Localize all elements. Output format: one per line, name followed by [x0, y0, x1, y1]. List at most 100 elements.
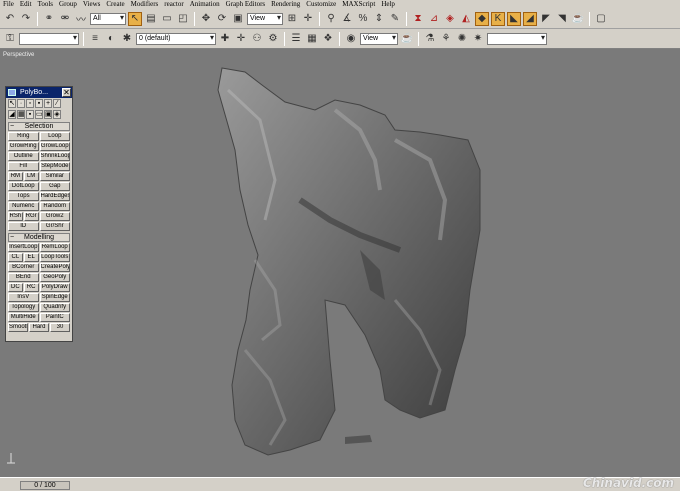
remloop-button[interactable]: RemLoop [39, 243, 70, 252]
move-icon[interactable]: ✥ [199, 12, 213, 26]
ring-button[interactable]: Ring [8, 132, 39, 141]
vertex-icon[interactable]: ▪ [26, 110, 34, 119]
window-crossing-icon[interactable]: ◰ [176, 12, 190, 26]
render-last-icon[interactable]: ◥ [555, 12, 569, 26]
quadrify-button[interactable]: Quadrify [39, 303, 70, 312]
select-icon[interactable]: ↖ [8, 99, 16, 108]
scale-icon[interactable]: ▣ [231, 12, 245, 26]
vertex-mode-icon[interactable]: · [17, 99, 25, 108]
insertloop-button[interactable]: InsertLoop [8, 243, 39, 252]
paintc-button[interactable]: PaintC [39, 313, 70, 322]
lm-button[interactable]: LM [23, 172, 39, 181]
mirror-icon[interactable]: ⧗ [411, 12, 425, 26]
window-icon[interactable]: ▢ [594, 12, 608, 26]
teapot-icon[interactable]: ☕ [400, 32, 414, 46]
looptools-button[interactable]: LoopTools [39, 253, 70, 262]
bcorner-button[interactable]: BCorner [8, 263, 39, 272]
hard-button[interactable]: Hard [29, 323, 49, 332]
render-frame-icon[interactable]: ⚘ [439, 32, 453, 46]
render-preset-dropdown[interactable] [487, 32, 547, 45]
redo-icon[interactable]: ↷ [19, 12, 33, 26]
viewport-shading-dropdown[interactable]: View [360, 32, 398, 45]
teapot-render-icon[interactable]: ☕ [571, 12, 585, 26]
layers-icon[interactable]: ≡ [88, 32, 102, 46]
layer-properties-icon[interactable]: ⚙ [266, 32, 280, 46]
growloop-button[interactable]: GrowLoop [39, 142, 70, 151]
material-editor-icon[interactable]: ◣ [507, 11, 521, 26]
time-slider[interactable]: 0 / 100 [20, 481, 70, 490]
menu-rendering[interactable]: Rendering [271, 0, 300, 9]
curve-editor-icon[interactable]: ◭ [459, 12, 473, 26]
createpoly-button[interactable]: CreatePoly [39, 263, 70, 272]
polyboost-title-bar[interactable]: PolyBo... ✕ [6, 87, 72, 98]
selection-filter-dropdown[interactable]: All [90, 12, 126, 25]
tops-button[interactable]: Tops [8, 192, 39, 201]
edge-mode-icon[interactable]: ▫ [26, 99, 34, 108]
bind-space-warp-icon[interactable]: 〰 [74, 12, 88, 26]
menu-maxscript[interactable]: MAXScript [342, 0, 375, 9]
align-icon[interactable]: ⊿ [427, 12, 441, 26]
stepmode-button[interactable]: StepMode [39, 162, 70, 171]
schematic-view-icon[interactable]: ◆ [475, 11, 489, 26]
menu-edit[interactable]: Edit [20, 0, 32, 9]
menu-help[interactable]: Help [381, 0, 395, 9]
render-scene-icon[interactable]: ◢ [523, 11, 537, 26]
random-button[interactable]: Random [39, 202, 70, 211]
edge-icon[interactable]: ▭ [35, 110, 43, 119]
rect-selection-icon[interactable]: ▭ [160, 12, 174, 26]
modelling-section-header[interactable]: − Modelling [8, 233, 70, 242]
add-icon[interactable]: + [44, 99, 52, 108]
close-icon[interactable]: ✕ [62, 88, 71, 97]
percent-snap-icon[interactable]: % [356, 12, 370, 26]
hardedges-button[interactable]: HardEdges [39, 192, 70, 201]
render-setup-icon[interactable]: ⚗ [423, 32, 437, 46]
topology-button[interactable]: Topology [8, 303, 39, 312]
undo-icon[interactable]: ↶ [3, 12, 17, 26]
polydraw-button[interactable]: PolyDraw [39, 283, 70, 292]
select-object-icon[interactable]: ↖ [128, 11, 142, 26]
angle-snap-icon[interactable]: ∡ [340, 12, 354, 26]
select-in-layer-icon[interactable]: ⚇ [250, 32, 264, 46]
rotate-icon[interactable]: ⟳ [215, 12, 229, 26]
rm-button[interactable]: RM [8, 172, 23, 181]
select-by-name-icon[interactable]: ▤ [144, 12, 158, 26]
geopoly-button[interactable]: GeoPoly [39, 273, 70, 282]
dotloop-button[interactable]: DotLoop [8, 182, 39, 191]
selection-section-header[interactable]: − Selection [8, 122, 70, 131]
unlink-icon[interactable]: ⚮ [58, 12, 72, 26]
menu-file[interactable]: File [3, 0, 14, 9]
polygon-icon[interactable]: ◈ [53, 110, 61, 119]
spinner-snap-icon[interactable]: ⇕ [372, 12, 386, 26]
named-selection-icon[interactable]: ✎ [388, 12, 402, 26]
graph-icon[interactable]: ▦ [305, 32, 319, 46]
id-spinner[interactable]: ID [8, 222, 39, 231]
snap-icon[interactable]: ⚲ [324, 12, 338, 26]
palette-icon[interactable]: ❖ [321, 32, 335, 46]
menu-create[interactable]: Create [106, 0, 124, 9]
pivot-icon[interactable]: ⊞ [285, 12, 299, 26]
insv-spinner[interactable]: InsV [8, 293, 39, 302]
spinedge-button[interactable]: SpinEdge [39, 293, 70, 302]
layer-dropdown[interactable]: 0 (default) [136, 32, 216, 45]
similar-button[interactable]: Similar [39, 172, 70, 181]
growring-button[interactable]: GrowRing [8, 142, 39, 151]
multihide-button[interactable]: MultiHide [8, 313, 39, 322]
layer-visible-icon[interactable]: ◐ [104, 32, 118, 46]
rsh-button[interactable]: RSh [8, 212, 23, 221]
menu-group[interactable]: Group [59, 0, 77, 9]
smooth-button[interactable]: Smooth [8, 323, 28, 332]
layer-freeze-icon[interactable]: ✱ [120, 32, 134, 46]
named-selection-set-dropdown[interactable] [19, 32, 79, 45]
menu-customize[interactable]: Customize [306, 0, 336, 9]
environment-icon[interactable]: ✺ [455, 32, 469, 46]
outline-button[interactable]: Outline [8, 152, 39, 161]
key-icon[interactable]: K [491, 11, 505, 26]
reference-coordinate-dropdown[interactable]: View [247, 12, 283, 25]
border-mode-icon[interactable]: ▪ [35, 99, 43, 108]
menu-views[interactable]: Views [83, 0, 100, 9]
rock-mesh[interactable] [0, 50, 680, 477]
dc-button[interactable]: DC [8, 283, 23, 292]
hierarchy-icon[interactable]: ☰ [289, 32, 303, 46]
element-mode-icon[interactable]: ▦ [17, 110, 25, 119]
shrinkloop-button[interactable]: ShrinkLoop [39, 152, 70, 161]
